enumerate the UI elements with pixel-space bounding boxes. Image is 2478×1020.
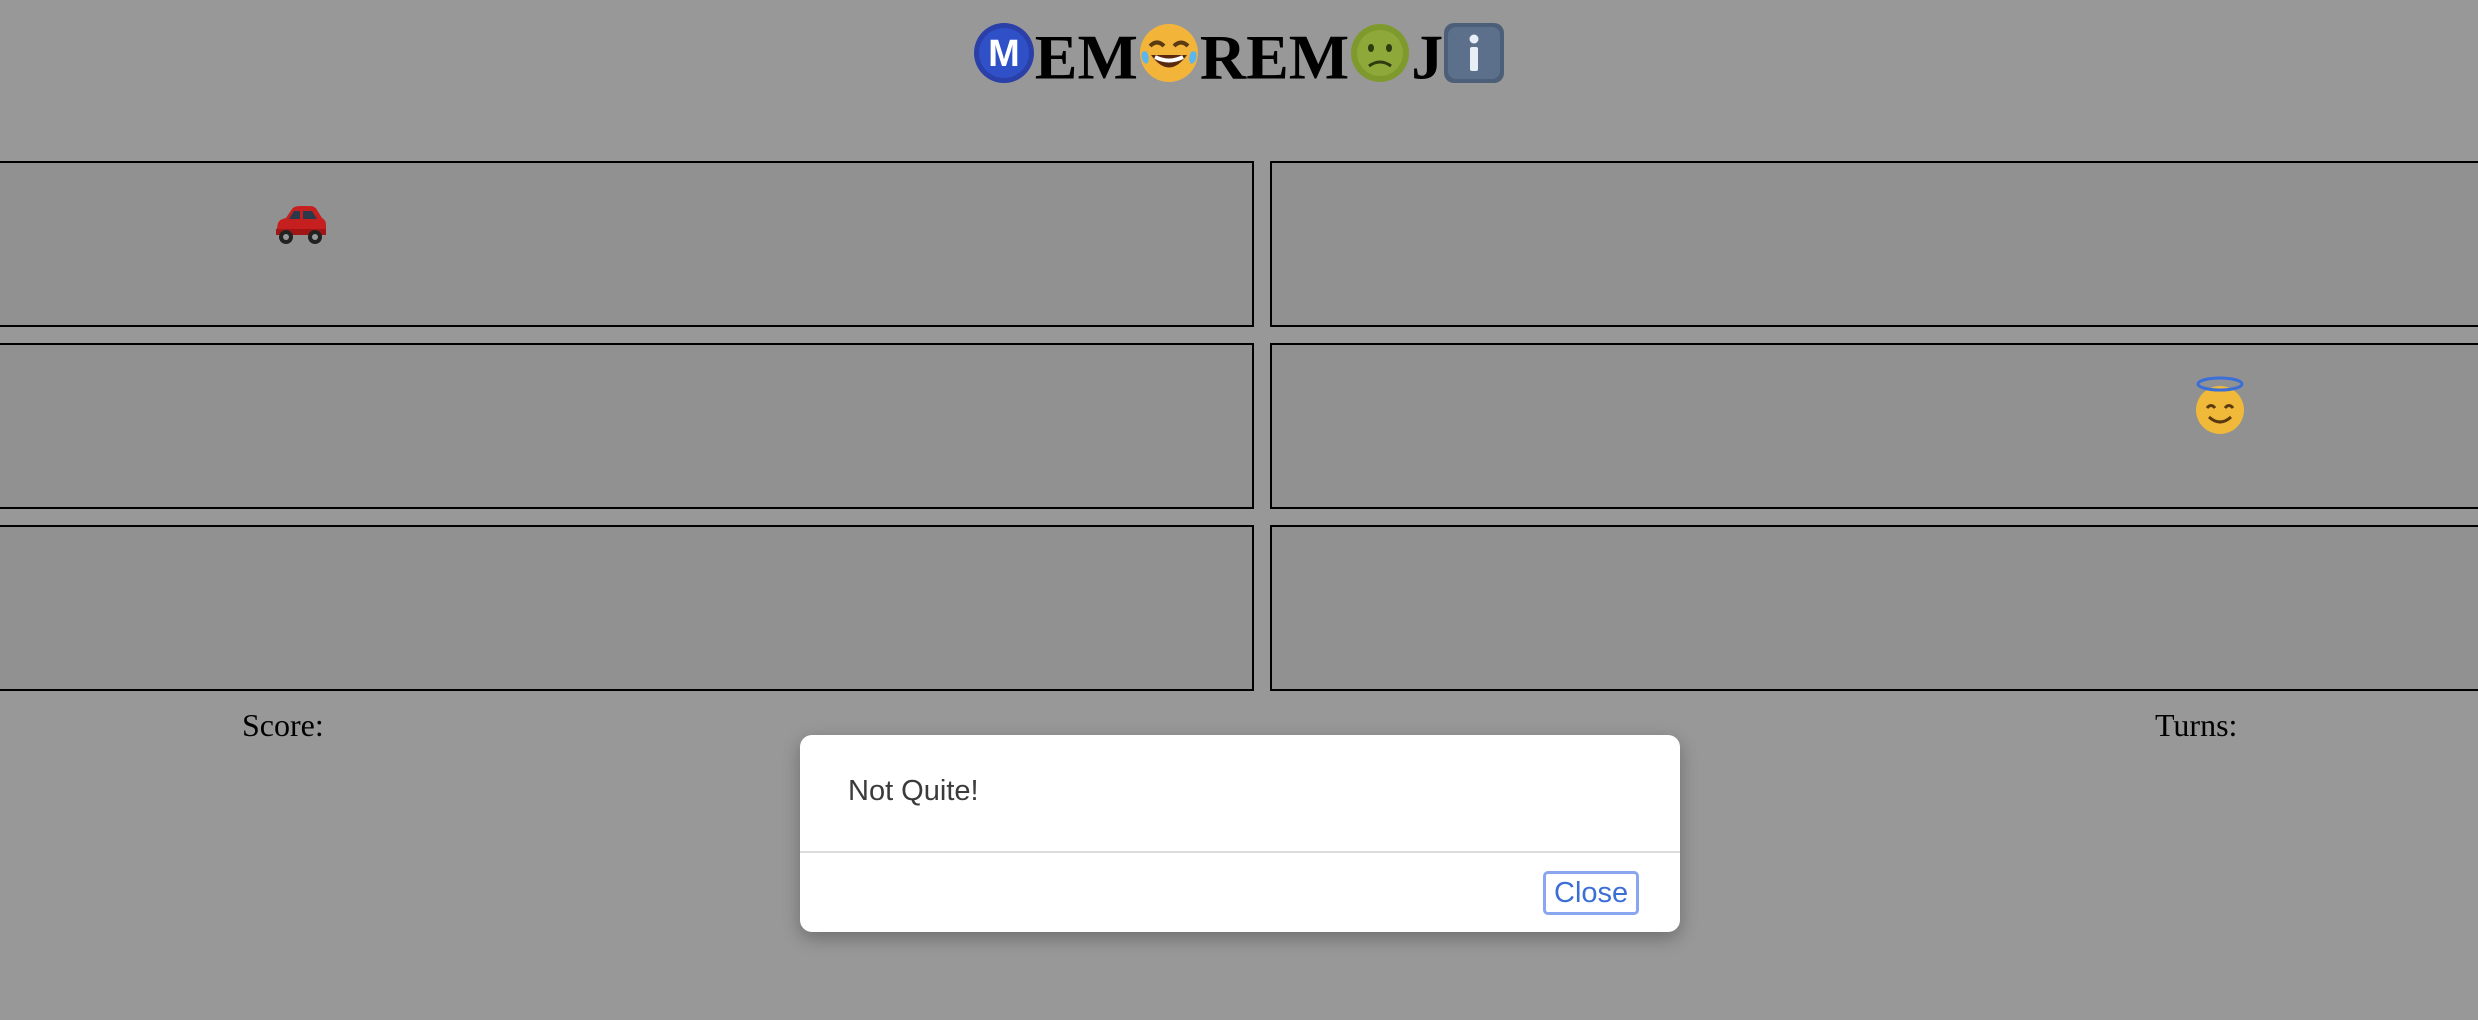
m-circle-icon: M [973, 23, 1034, 84]
title-part-1: EM [1034, 21, 1138, 93]
alert-dialog: Not Quite! Close [800, 735, 1680, 932]
car-emoji-icon [276, 206, 326, 244]
memory-card[interactable] [0, 525, 1254, 691]
score-label: Score: [242, 707, 324, 743]
dialog-divider [800, 851, 1680, 853]
close-button[interactable]: Close [1543, 871, 1640, 915]
info-icon[interactable] [1443, 22, 1505, 84]
turns-label: Turns: [2155, 707, 2238, 743]
memory-card[interactable] [1270, 343, 2478, 509]
memory-card[interactable] [1270, 161, 2478, 327]
memory-card[interactable] [1270, 525, 2478, 691]
page-title: M EM REM J [0, 14, 2478, 94]
laughing-emoji-icon [1139, 24, 1198, 83]
nauseated-emoji-icon [1351, 24, 1410, 83]
title-part-3: J [1411, 21, 1444, 93]
memory-card[interactable] [0, 161, 1254, 327]
svg-text:M: M [988, 33, 1020, 75]
title-part-2: REM [1199, 21, 1350, 93]
dialog-message: Not Quite! [848, 775, 979, 807]
halo-smile-emoji-icon [2196, 376, 2244, 434]
memory-card[interactable] [0, 343, 1254, 509]
